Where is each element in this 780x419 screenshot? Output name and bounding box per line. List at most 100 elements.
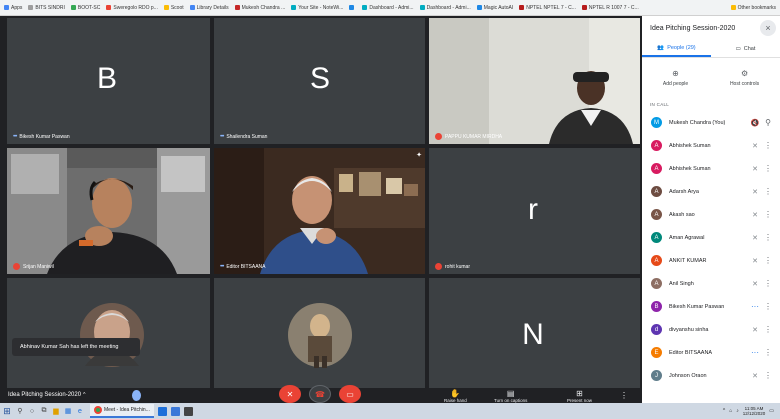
mic-off-icon[interactable]: ✕ xyxy=(748,257,762,265)
captions-button[interactable]: ▤ Turn on captions xyxy=(494,389,527,403)
cortana-icon[interactable]: ○ xyxy=(26,408,38,415)
add-people-button[interactable]: ⊕ Add people xyxy=(663,69,688,87)
participant-row[interactable]: A Anil Singh ✕ ⋮ xyxy=(642,272,780,295)
participant-tile[interactable]: r rohit kumar xyxy=(429,148,640,274)
pin-icon[interactable]: ✦ xyxy=(416,151,422,159)
more-options-icon[interactable]: ⋮ xyxy=(762,302,774,311)
mic-off-icon[interactable]: ✕ xyxy=(748,234,762,242)
tray-chevron-icon[interactable]: ^ xyxy=(723,408,725,414)
bookmark-item[interactable] xyxy=(349,5,356,10)
participant-row[interactable]: B Bikesh Kumar Paswan ··· ⋮ xyxy=(642,295,780,318)
mic-off-icon[interactable]: ✕ xyxy=(748,372,762,380)
more-options-icon[interactable]: ⋮ xyxy=(762,210,774,219)
more-options-icon[interactable]: ⋮ xyxy=(762,325,774,334)
bookmark-item[interactable]: Dashboard - Admi... xyxy=(362,5,414,11)
participant-tile[interactable] xyxy=(7,278,210,388)
mic-off-icon[interactable]: ✕ xyxy=(748,280,762,288)
more-options-icon[interactable]: ⋮ xyxy=(762,233,774,242)
more-options-icon[interactable]: ⋮ xyxy=(762,187,774,196)
participant-row[interactable]: A Akash sao ✕ ⋮ xyxy=(642,203,780,226)
participant-row-name: divyanshu sinha xyxy=(669,326,709,333)
bookmark-item[interactable]: Dashboard - Admi... xyxy=(419,5,471,11)
participant-row[interactable]: A Aman Agrawal ✕ ⋮ xyxy=(642,226,780,249)
network-icon[interactable]: ⌂ xyxy=(729,408,732,414)
mic-off-icon[interactable]: ✕ xyxy=(748,326,762,334)
participant-row[interactable]: M Mukesh Chandra (You) 🔇 ⚲ xyxy=(642,111,780,134)
speaking-indicator-icon[interactable]: ··· xyxy=(748,302,762,311)
windows-start-icon[interactable]: ⊞ xyxy=(0,403,14,419)
more-options-icon[interactable]: ⋮ xyxy=(620,391,628,400)
participant-video[interactable]: ✦ ••• Editor BITSAANA xyxy=(214,148,425,274)
pin-icon[interactable]: ⚲ xyxy=(762,118,774,127)
taskbar-app-icon[interactable] xyxy=(157,406,167,416)
mic-off-icon[interactable]: ✕ xyxy=(748,165,762,173)
participant-row[interactable]: J Johnson Oraon ✕ ⋮ xyxy=(642,364,780,387)
more-options-icon[interactable]: ⋮ xyxy=(762,279,774,288)
present-now-button[interactable]: ⊞ Present now xyxy=(567,389,592,403)
video-feed-image xyxy=(429,18,640,144)
camera-toggle-button[interactable]: ▭ xyxy=(339,385,361,403)
more-options-icon[interactable]: ⋮ xyxy=(762,141,774,150)
participant-video[interactable]: PAPPU KUMAR MIRDHA xyxy=(429,18,640,144)
bookmark-item[interactable]: NPTEL NPTEL 7 - C... xyxy=(519,5,576,11)
taskbar-chrome-app[interactable]: Meet - Idea Pitchin... xyxy=(90,404,154,418)
bookmark-apps[interactable]: Apps xyxy=(4,5,22,11)
mic-off-icon[interactable]: ✕ xyxy=(748,211,762,219)
shield-icon[interactable] xyxy=(132,390,141,401)
more-options-icon[interactable]: ⋮ xyxy=(762,256,774,265)
speaking-indicator-icon[interactable]: ··· xyxy=(748,348,762,357)
meeting-details-button[interactable]: Idea Pitching Session-2020 ^ xyxy=(8,392,85,398)
more-options-icon[interactable]: ⋮ xyxy=(762,164,774,173)
bookmark-item[interactable]: BITS SINDRI xyxy=(28,5,65,11)
raise-hand-button[interactable]: ✋ Raise hand xyxy=(444,389,467,403)
search-icon[interactable]: ⚲ xyxy=(14,407,26,415)
tab-chat[interactable]: ▭ Chat xyxy=(711,40,780,57)
mic-toggle-button[interactable]: ✕ xyxy=(279,385,301,403)
bookmark-other[interactable]: Other bookmarks xyxy=(730,5,776,11)
participant-name: ••• Shailendra Suman xyxy=(220,134,268,140)
participant-row[interactable]: E Editor BITSAANA ··· ⋮ xyxy=(642,341,780,364)
bookmark-item[interactable]: Your Site - NoteWi... xyxy=(291,5,343,11)
volume-icon[interactable]: ♪ xyxy=(736,408,739,414)
close-icon[interactable]: × xyxy=(760,20,776,36)
mic-off-icon[interactable]: 🔇 xyxy=(748,119,762,127)
store-icon[interactable]: ▦ xyxy=(62,407,74,415)
participant-row[interactable]: A Abhishek Suman ✕ ⋮ xyxy=(642,157,780,180)
task-view-icon[interactable]: ⧉ xyxy=(38,407,50,415)
taskbar-app-icon[interactable] xyxy=(170,406,180,416)
system-tray: ^ ⌂ ♪ 11:05 AM 12/12/2020 ▭ xyxy=(723,406,780,416)
more-options-icon[interactable]: ⋮ xyxy=(762,371,774,380)
chrome-icon xyxy=(94,406,102,414)
more-options-icon[interactable]: ⋮ xyxy=(762,348,774,357)
avatar-photo xyxy=(80,303,144,367)
participant-row[interactable]: d divyanshu sinha ✕ ⋮ xyxy=(642,318,780,341)
taskbar-app-icon[interactable] xyxy=(183,406,193,416)
mic-off-icon: ✕ xyxy=(286,389,294,399)
participant-row[interactable]: A ANKIT KUMAR ✕ ⋮ xyxy=(642,249,780,272)
clock[interactable]: 11:05 AM 12/12/2020 xyxy=(743,406,766,416)
bookmark-item[interactable]: NPTEL R 1007 7 - C... xyxy=(581,5,639,11)
edge-icon[interactable]: e xyxy=(74,408,86,415)
bookmark-item[interactable]: Scoot xyxy=(163,5,184,11)
file-explorer-icon[interactable]: ▆ xyxy=(50,407,62,415)
participant-tile[interactable]: N xyxy=(429,278,640,388)
notifications-icon[interactable]: ▭ xyxy=(769,408,774,414)
participant-avatar: M xyxy=(651,117,662,128)
bookmark-item[interactable]: Mukesh Chandra ... xyxy=(234,5,285,11)
participant-row[interactable]: A Adarsh Arya ✕ ⋮ xyxy=(642,180,780,203)
mic-off-icon[interactable]: ✕ xyxy=(748,188,762,196)
bookmark-item[interactable]: Sweregolo RDO p... xyxy=(106,5,158,11)
left-meeting-notification: Abhinav Kumar Sah has left the meeting xyxy=(12,338,140,356)
leave-call-button[interactable]: ☎ xyxy=(309,385,331,403)
participant-video[interactable]: Srijan Maniwil xyxy=(7,148,210,274)
participant-tile[interactable]: S ••• Shailendra Suman xyxy=(214,18,425,144)
tab-people[interactable]: 👥 People (29) xyxy=(642,40,711,57)
bookmark-item[interactable]: Magic AutoAI xyxy=(476,5,513,11)
bookmark-item[interactable]: Library Details xyxy=(189,5,229,11)
host-controls-button[interactable]: ⚙ Host controls xyxy=(730,69,759,87)
participant-tile[interactable] xyxy=(214,278,425,388)
mic-off-icon[interactable]: ✕ xyxy=(748,142,762,150)
participant-tile[interactable]: B ••• Bikesh Kumar Paswan xyxy=(7,18,210,144)
participant-row[interactable]: A Abhishek Suman ✕ ⋮ xyxy=(642,134,780,157)
bookmark-item[interactable]: BOOT-SC xyxy=(70,5,100,11)
